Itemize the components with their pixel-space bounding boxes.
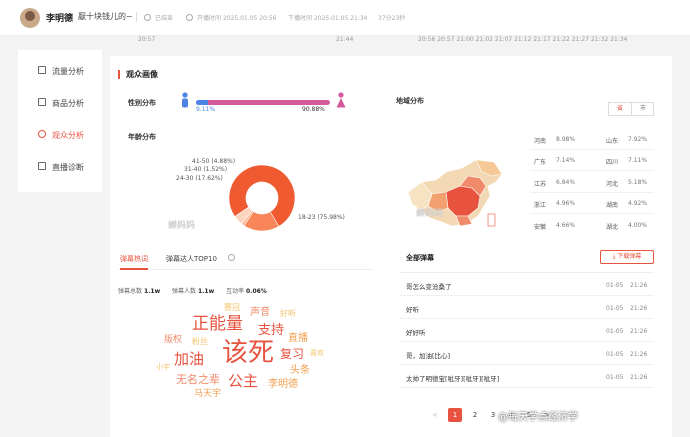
region-row-right-1: 四川 7.11% [606, 157, 648, 166]
danmu-stats: 弹幕总数 1.1w 弹幕人数 1.1w 互动率 0.06% [118, 288, 267, 295]
timeline-left-end: 21:44 [336, 36, 354, 43]
region-row-right-2: 河北 5.18% [606, 179, 648, 188]
timeline-left-start: 20:57 [138, 36, 156, 43]
divider [530, 213, 654, 214]
user-icon [38, 130, 46, 138]
toggle-province[interactable]: 省 [609, 103, 632, 115]
download-icon: ⤓ [612, 253, 616, 260]
diagnosis-icon [38, 162, 46, 170]
gender-label: 性别分布 [128, 99, 156, 107]
word-cloud-word: 小宇 [156, 363, 170, 371]
age-label-24-30: 24-30 (17.62%) [176, 175, 223, 182]
word-cloud-word: 版权 [164, 335, 183, 345]
page-1-button[interactable]: 1 [448, 408, 462, 422]
start-meta: 开播时间 2025.01.05 20:56 [186, 13, 277, 22]
region-row-left-4: 安徽 4.66% [534, 222, 576, 231]
age-label-41-50: 41-50 (4.88%) [192, 158, 236, 165]
end-meta: 下播时间 2025.01.05 21:34 [288, 15, 368, 22]
download-danmu-button[interactable]: ⤓ 下载弹幕 [600, 250, 654, 264]
danmu-row: 哥，加油[比心] 01-05 21:26 [400, 343, 654, 365]
divider [400, 272, 654, 273]
chart-icon [38, 66, 46, 74]
gender-bar [196, 100, 330, 105]
word-cloud-word: 头条 [290, 365, 310, 376]
region-row-right-0: 山东 7.92% [606, 136, 648, 145]
danmu-row: 太帅了明德宝[呲牙][呲牙][呲牙] 01-05 21:26 [400, 366, 654, 388]
region-row-left-1: 广东 7.14% [534, 157, 576, 166]
region-row-right-4: 湖北 4.00% [606, 222, 648, 231]
female-percent: 90.88% [302, 106, 325, 113]
word-cloud-word: 喜欢 [310, 349, 324, 357]
male-icon [182, 92, 188, 108]
divider [530, 170, 654, 171]
page-2-button[interactable]: 2 [468, 408, 482, 422]
danmu-row: 哥怎么变沧桑了 01-05 21:26 [400, 274, 654, 296]
duration-meta: 37分23秒 [378, 15, 406, 22]
watermark: 蝉妈妈 [168, 221, 196, 231]
help-icon[interactable] [228, 254, 235, 261]
age-label: 年龄分布 [128, 133, 156, 141]
sidebar-item-products[interactable]: 商品分析 [18, 90, 102, 116]
timeline-right: 20:56 20:57 21:00 21:02 21:07 21:12 21:1… [418, 36, 628, 43]
word-cloud-word: 加油 [174, 350, 205, 368]
region-row-left-3: 浙江 4.96% [534, 200, 576, 209]
avatar[interactable] [20, 8, 40, 28]
age-label-31-40: 31-40 (1.52%) [184, 166, 228, 173]
user-name: 李明德 [46, 14, 74, 24]
word-cloud-word: 无名之辈 [176, 373, 220, 386]
danmu-row: 好听 01-05 21:26 [400, 297, 654, 319]
male-percent: 9.11% [196, 106, 216, 113]
region-toggle: 省 市 [608, 102, 654, 116]
sidebar-item-traffic[interactable]: 流量分析 [18, 58, 102, 84]
word-cloud-word: 粉丝 [192, 337, 208, 346]
age-label-18-23: 18-23 (75.98%) [298, 214, 345, 221]
status-meta: 已结束 [144, 13, 173, 22]
word-cloud-word: 直播 [288, 333, 308, 344]
tab-top10[interactable]: 弹幕达人TOP10 [166, 254, 217, 264]
divider [530, 192, 654, 193]
region-row-right-3: 湖南 4.92% [606, 200, 648, 209]
section-title: 观众画像 [118, 70, 158, 79]
word-cloud-word: 好听 [280, 309, 296, 318]
age-donut-chart [228, 164, 296, 232]
top-bar: 李明德 厭十块钱儿的~ 已结束 开播时间 2025.01.05 20:56 下播… [0, 0, 690, 36]
danmu-tabs: 弹幕热词 弹幕达人TOP10 [118, 252, 374, 270]
user-tag[interactable]: 厭十块钱儿的~ [78, 11, 133, 22]
word-cloud: 该死 正能量 加油 公主 支持 复习 无名之辈 声音 版权 李明德 直播 头条 … [152, 304, 342, 414]
gender-bar-male [196, 100, 209, 105]
bag-icon [38, 98, 46, 106]
sidebar-item-audience[interactable]: 观众分析 [18, 122, 102, 148]
divider [530, 149, 654, 150]
region-label: 地域分布 [396, 97, 424, 105]
toggle-city[interactable]: 市 [632, 103, 654, 115]
main-panel: 观众画像 性别分布 9.11% 90.88% 年龄分布 41-50 (4.88%… [110, 56, 672, 437]
word-cloud-word: 公主 [228, 372, 259, 390]
chart-icon [144, 14, 151, 21]
word-cloud-word: 声音 [250, 307, 270, 318]
divider [136, 12, 137, 22]
sidebar: 流量分析 商品分析 观众分析 直播诊断 [18, 50, 102, 192]
word-cloud-word: 李明德 [268, 379, 298, 390]
prev-page-button[interactable]: < [428, 408, 442, 422]
tab-hot-words[interactable]: 弹幕热词 [120, 254, 148, 270]
clock-icon [186, 14, 193, 21]
region-row-left-2: 江苏 6.84% [534, 179, 576, 188]
word-cloud-word: 复习 [280, 347, 305, 361]
word-cloud-word: 马天宇 [194, 389, 222, 399]
word-cloud-word: 正能量 [192, 314, 243, 334]
word-cloud-word: 该死 [222, 338, 275, 368]
word-cloud-word: 支持 [258, 323, 285, 338]
female-icon [336, 92, 346, 108]
all-danmu-title: 全部弹幕 [406, 254, 434, 262]
sidebar-item-diagnosis[interactable]: 直播诊断 [18, 154, 102, 180]
footer-watermark: @每天学点经济学 [498, 412, 578, 423]
word-cloud-word: 赛冠 [224, 303, 240, 312]
map-watermark: 蝉妈妈 [416, 209, 444, 219]
china-map [407, 159, 503, 227]
region-row-left-0: 河南 8.98% [534, 136, 576, 145]
danmu-row: 好好听 01-05 21:26 [400, 320, 654, 342]
